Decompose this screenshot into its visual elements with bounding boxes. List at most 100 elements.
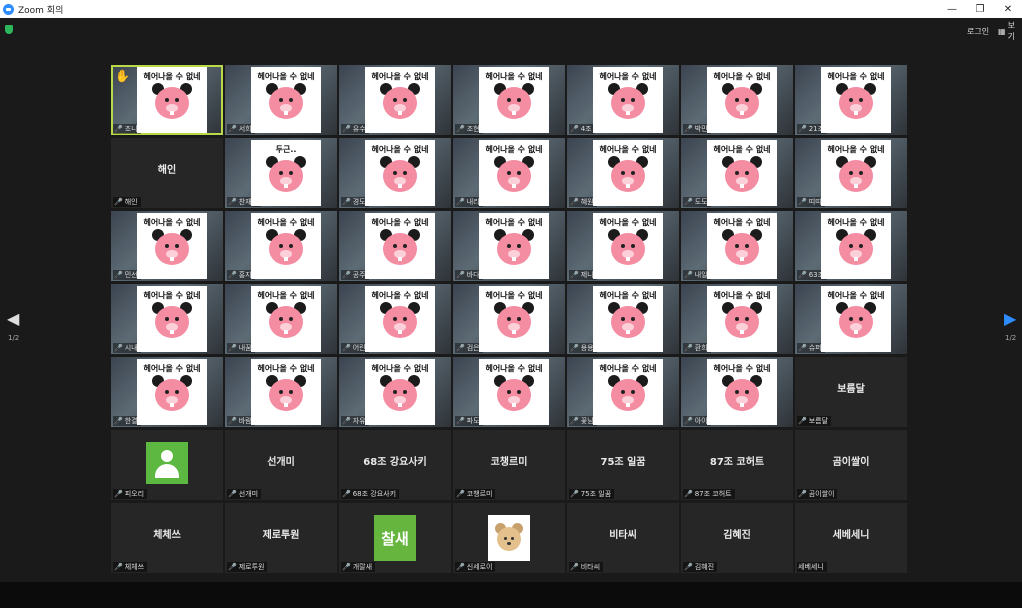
participant-tile[interactable]: 68조 강요사키 🎤 68조 강요사키 (339, 430, 451, 500)
participant-tile[interactable]: 선개미 🎤 선개미 (225, 430, 337, 500)
pink-bear-icon (152, 229, 192, 269)
participant-tile[interactable]: 헤어나올 수 없네 🎤 한결 (111, 357, 223, 427)
pink-bear-icon (608, 302, 648, 342)
participant-label-text: 조현 (466, 125, 480, 133)
sticker-caption: 헤어나올 수 없네 (371, 72, 429, 81)
mic-muted-icon: 🎤 (228, 417, 237, 425)
prev-page-arrow-icon[interactable]: ◀ (7, 311, 19, 327)
participant-tile[interactable]: 보름달 🎤 보름달 (795, 357, 907, 427)
sticker-caption: 헤어나올 수 없네 (257, 72, 315, 81)
participant-tile[interactable]: 헤어나올 수 없네 🎤 내리 (453, 138, 565, 208)
sticker-caption: 헤어나올 수 없네 (371, 291, 429, 300)
participant-label-text: 피오리 (124, 490, 145, 498)
bear-sticker-image: 헤어나올 수 없네 (593, 359, 663, 425)
participant-label-text: 용용 (580, 344, 594, 352)
bear-sticker-image: 헤어나올 수 없네 (707, 359, 777, 425)
participant-tile[interactable]: 헤어나올 수 없네 🎤 혜원 (567, 138, 679, 208)
participant-label-text: 해인 (124, 198, 138, 206)
pink-bear-icon (266, 83, 306, 123)
participant-tile[interactable]: 헤어나올 수 없네 🎤 내꿈 (225, 284, 337, 354)
participant-tile[interactable]: 87조 코허트 🎤 87조 코허트 (681, 430, 793, 500)
bear-sticker-image: 헤어나올 수 없네 (251, 213, 321, 279)
participant-tile[interactable]: 헤어나올 수 없네 🎤 민선 (111, 211, 223, 281)
mic-muted-icon: 🎤 (798, 125, 807, 133)
sticker-caption: 헤어나올 수 없네 (257, 218, 315, 227)
participant-tile[interactable]: 헤어나올 수 없네 🎤 공주 (339, 211, 451, 281)
participant-tile[interactable]: 헤어나올 수 없네 🎤 21조 (795, 65, 907, 135)
participant-tile[interactable]: ✋ 헤어나올 수 없네 🎤 조니 (111, 65, 223, 135)
participant-tile[interactable]: 헤어나올 수 없네 🎤 용용 (567, 284, 679, 354)
participant-tile[interactable]: 두근.. 🎤 찬재니 (225, 138, 337, 208)
participant-tile[interactable]: 헤어나올 수 없네 🎤 조현 (453, 65, 565, 135)
bear-sticker-image: 헤어나올 수 없네 (365, 67, 435, 133)
participant-tile[interactable]: 체체쓰 🎤 체체쓰 (111, 503, 223, 573)
pink-bear-icon (380, 229, 420, 269)
mic-muted-icon: 🎤 (570, 271, 579, 279)
participant-tile[interactable]: 헤어나올 수 없네 🎤 서희 (225, 65, 337, 135)
restore-button[interactable]: ❐ (966, 0, 994, 18)
shield-icon[interactable] (5, 25, 13, 34)
participant-tile[interactable]: 헤어나올 수 없네 🎤 바람 (225, 357, 337, 427)
pink-bear-icon (494, 302, 534, 342)
participant-tile[interactable]: 헤어나올 수 없네 🎤 꽃님 (567, 357, 679, 427)
close-button[interactable]: ✕ (994, 0, 1022, 18)
participant-tile[interactable]: 헤어나올 수 없네 🎤 슈퍼 (795, 284, 907, 354)
minimize-button[interactable]: — (938, 0, 966, 18)
participant-tile[interactable]: 세베세니 세베세니 (795, 503, 907, 573)
participant-tile[interactable]: 헤어나올 수 없네 🎤 바다 (453, 211, 565, 281)
participant-tile[interactable]: 비타씨 🎤 비타씨 (567, 503, 679, 573)
participant-label: 🎤 피오리 (113, 489, 148, 499)
participant-name-display: 곰이쌀이 (832, 456, 870, 468)
participant-label-text: 68조 강요사키 (352, 490, 397, 498)
bear-sticker-image: 헤어나올 수 없네 (137, 67, 207, 133)
sticker-caption: 헤어나올 수 없네 (371, 364, 429, 373)
view-button[interactable]: ▦ 보기 (994, 21, 1022, 41)
mic-muted-icon: 🎤 (798, 198, 807, 206)
participant-tile[interactable]: 해인 🎤 해인 (111, 138, 223, 208)
participant-tile[interactable]: 헤어나올 수 없네 🎤 63조 (795, 211, 907, 281)
participant-label-text: 내리 (466, 198, 480, 206)
participant-name-display: 비타씨 (609, 529, 637, 541)
participant-tile[interactable]: 헤어나올 수 없네 🎤 파도 (453, 357, 565, 427)
participant-tile[interactable]: 코챙르미 🎤 코챙르미 (453, 430, 565, 500)
participant-tile[interactable]: 김혜진 🎤 김혜진 (681, 503, 793, 573)
participant-tile[interactable]: 헤어나올 수 없네 🎤 검은 (453, 284, 565, 354)
login-button[interactable]: 로그인 (963, 24, 993, 38)
next-page-arrow-icon[interactable]: ▶ (1004, 311, 1016, 327)
participant-tile[interactable]: 헤어나올 수 없네 🎤 어린 (339, 284, 451, 354)
participant-tile[interactable]: 헤어나올 수 없네 🎤 도도 (681, 138, 793, 208)
participant-tile[interactable]: 헤어나올 수 없네 🎤 홍지 (225, 211, 337, 281)
participant-tile[interactable]: 제로투원 🎤 제로투원 (225, 503, 337, 573)
participant-tile[interactable]: 🎤 피오리 (111, 430, 223, 500)
participant-label-text: 곰이쌀이 (808, 490, 835, 498)
participant-tile[interactable]: 75조 일꿈 🎤 75조 일꿈 (567, 430, 679, 500)
participant-tile[interactable]: 헤어나올 수 없네 🎤 환희 (681, 284, 793, 354)
participant-tile[interactable]: 찰새 🎤 개랄새 (339, 503, 451, 573)
mic-muted-icon: 🎤 (570, 198, 579, 206)
participant-tile[interactable]: 헤어나올 수 없네 🎤 경도 (339, 138, 451, 208)
participant-label-text: 75조 일꿈 (580, 490, 612, 498)
mic-muted-icon: 🎤 (570, 563, 579, 571)
participant-tile[interactable]: 헤어나올 수 없네 🎤 유수 (339, 65, 451, 135)
sticker-caption: 헤어나올 수 없네 (713, 145, 771, 154)
participant-tile[interactable]: 헤어나올 수 없네 🎤 시내 (111, 284, 223, 354)
sticker-caption: 헤어나올 수 없네 (485, 364, 543, 373)
pink-bear-icon (836, 156, 876, 196)
mic-muted-icon: 🎤 (798, 271, 807, 279)
participant-label: 🎤 제로투원 (227, 562, 268, 572)
participant-tile[interactable]: 헤어나올 수 없네 🎤 4조 (567, 65, 679, 135)
bottom-bar (0, 582, 1022, 608)
pink-bear-icon (608, 83, 648, 123)
mic-muted-icon: 🎤 (342, 563, 351, 571)
participant-tile[interactable]: 🎤 신세로이 (453, 503, 565, 573)
participant-tile[interactable]: 헤어나올 수 없네 🎤 띠띠 (795, 138, 907, 208)
mic-muted-icon: 🎤 (684, 125, 693, 133)
participant-tile[interactable]: 곰이쌀이 🎤 곰이쌀이 (795, 430, 907, 500)
bear-sticker-image: 헤어나올 수 없네 (251, 67, 321, 133)
participant-tile[interactable]: 헤어나올 수 없네 🎤 박민 (681, 65, 793, 135)
participant-tile[interactable]: 헤어나올 수 없네 🎤 아이 (681, 357, 793, 427)
participant-tile[interactable]: 헤어나올 수 없네 🎤 내일 (681, 211, 793, 281)
participant-tile[interactable]: 헤어나올 수 없네 🎤 자유 (339, 357, 451, 427)
bear-sticker-image: 헤어나올 수 없네 (365, 140, 435, 206)
participant-tile[interactable]: 헤어나올 수 없네 🎤 제니 (567, 211, 679, 281)
